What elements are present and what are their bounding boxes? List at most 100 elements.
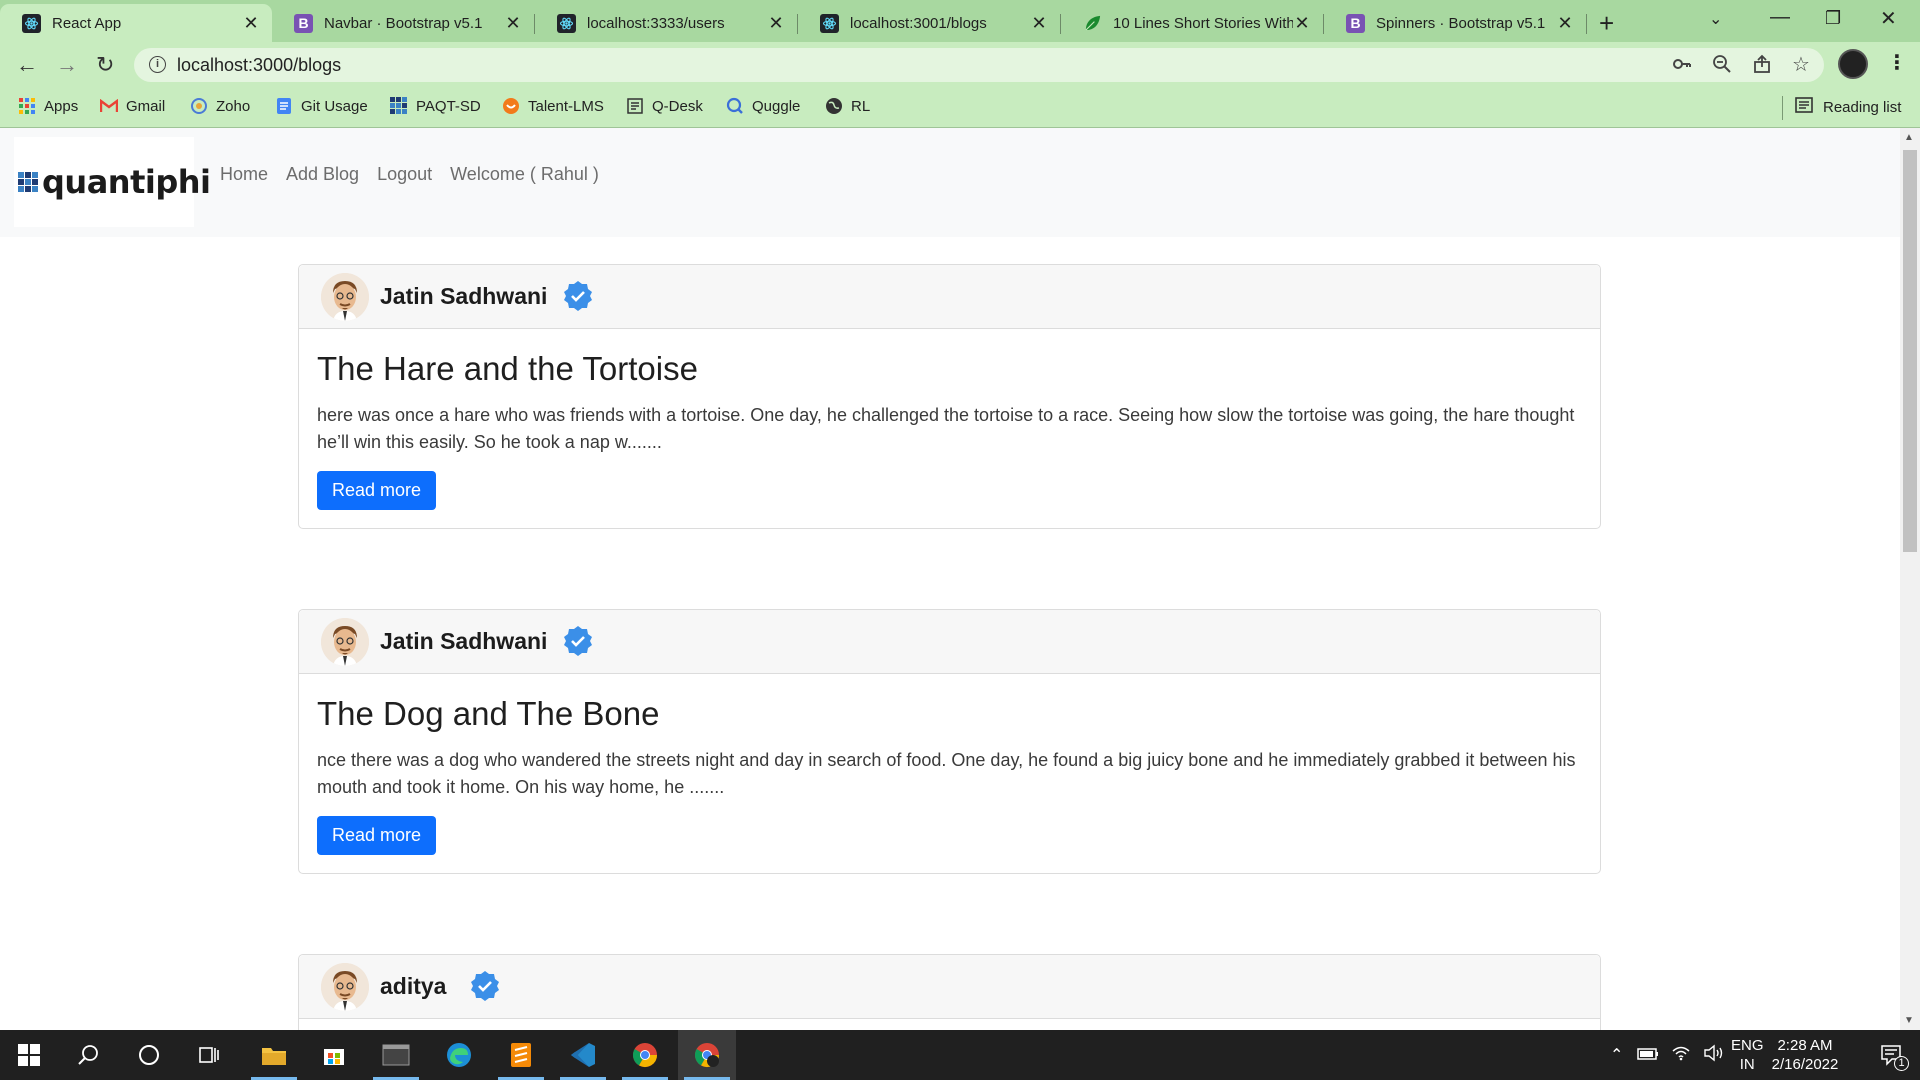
bookmark-label: Gmail [126,97,166,115]
scroll-down-icon[interactable]: ▼ [1904,1015,1914,1026]
notification-count: 1 [1894,1056,1909,1071]
blog-card: Jatin Sadhwani The Hare and the Tortoise… [298,264,1601,529]
bookmark-git-usage[interactable]: Git Usage [275,97,368,115]
tab-spinners-bootstrap[interactable]: B Spinners · Bootstrap v5.1 ✕ [1324,4,1586,42]
new-tab-button[interactable]: + [1599,8,1614,39]
reload-icon[interactable]: ↻ [96,52,114,78]
microsoft-store-icon[interactable] [305,1030,363,1080]
address-bar[interactable]: i localhost:3000/blogs ☆ [134,48,1824,82]
volume-icon[interactable] [1703,1044,1725,1066]
browser-tab-strip: React App ✕ B Navbar · Bootstrap v5.1 ✕ … [0,0,1920,42]
tab-title: 10 Lines Short Stories With [1113,14,1293,32]
restore-icon[interactable]: ❐ [1825,8,1841,29]
bookmark-label: Zoho [216,97,251,115]
bookmark-star-icon[interactable]: ☆ [1792,52,1810,77]
password-key-icon[interactable] [1672,54,1692,80]
minimize-icon[interactable]: — [1770,6,1790,29]
zoom-icon[interactable] [1712,54,1732,80]
reading-list-label: Reading list [1823,98,1902,116]
gmail-icon [100,97,118,115]
share-icon[interactable] [1752,54,1772,80]
close-tab-icon[interactable]: ✕ [1556,13,1574,34]
sublime-text-icon[interactable] [492,1030,550,1080]
nav-home-link[interactable]: Home [220,164,268,185]
language-code: ENG [1731,1037,1764,1054]
reading-list-icon [1795,97,1813,117]
bootstrap-icon: B [1346,13,1365,33]
blog-card-header: Jatin Sadhwani [299,265,1600,329]
bookmark-zoho[interactable]: Zoho [190,97,250,115]
battery-icon[interactable] [1637,1047,1659,1064]
author-avatar [321,273,369,321]
blog-title: The Dog and The Bone [317,695,660,732]
reading-list-button[interactable]: Reading list [1795,97,1901,117]
profile-avatar[interactable] [1838,49,1868,79]
read-more-button[interactable]: Read more [317,471,437,510]
task-view-icon[interactable] [180,1030,238,1080]
bookmark-quggle[interactable]: Quggle [726,97,800,115]
language-indicator[interactable]: ENG IN [1731,1036,1764,1074]
bookmark-talent-lms[interactable]: Talent-LMS [502,97,604,115]
bookmark-paqt-sd[interactable]: PAQT-SD [390,97,481,115]
site-info-icon[interactable]: i [149,56,166,73]
start-button-windows-icon[interactable] [0,1030,58,1080]
nav-logout-link[interactable]: Logout [377,164,432,185]
tab-react-app[interactable]: React App ✕ [0,4,272,42]
read-more-button[interactable]: Read more [317,816,437,855]
chrome-icon[interactable] [616,1030,674,1080]
close-tab-icon[interactable]: ✕ [767,13,785,34]
close-tab-icon[interactable]: ✕ [1030,13,1048,34]
bookmark-apps[interactable]: Apps [18,97,78,115]
blog-card-body: The Dog and The Bone nce there was a dog… [299,674,1600,873]
show-hidden-icons-icon[interactable]: ⌃ [1610,1045,1623,1065]
zoho-icon [190,97,208,115]
wifi-icon[interactable] [1671,1045,1691,1065]
docs-icon [275,97,293,115]
brand-logo[interactable]: quantiphi [14,137,211,227]
app-navbar: quantiphi Home Add Blog Logout Welcome (… [0,128,1900,237]
author-name: Jatin Sadhwani [380,628,548,654]
notifications-icon[interactable]: 1 [1862,1030,1920,1080]
scrollbar-thumb[interactable] [1903,150,1917,552]
tab-localhost-3333-users[interactable]: localhost:3333/users ✕ [535,4,797,42]
nav-links: Home Add Blog Logout Welcome ( Rahul ) [220,164,599,185]
tab-localhost-3001-blogs[interactable]: localhost:3001/blogs ✕ [798,4,1060,42]
bookmark-rl[interactable]: RL [825,97,870,115]
bootstrap-icon: B [294,13,313,33]
page-scrollbar[interactable]: ▲ ▼ [1900,128,1920,1030]
close-window-icon[interactable]: ✕ [1880,6,1897,31]
react-icon [820,13,839,33]
tab-title: React App [52,14,122,32]
author-avatar [321,618,369,666]
clock-time: 2:28 AM [1777,1037,1833,1054]
tab-title: Spinners · Bootstrap v5.1 [1376,14,1546,32]
bookmark-label: RL [851,97,871,115]
terminal-icon[interactable] [367,1030,425,1080]
nav-add-blog-link[interactable]: Add Blog [286,164,359,185]
author-name: Jatin Sadhwani [380,283,548,309]
close-tab-icon[interactable]: ✕ [1293,13,1311,34]
bookmarks-bar: Apps Gmail Zoho Git Usage PAQT-SD Talent… [0,88,1920,128]
file-explorer-icon[interactable] [245,1030,303,1080]
vscode-icon[interactable] [554,1030,612,1080]
chrome-profile-icon[interactable] [678,1030,736,1080]
tab-search-icon[interactable]: ⌄ [1709,9,1722,29]
close-tab-icon[interactable]: ✕ [504,13,522,34]
cortana-icon[interactable] [120,1030,178,1080]
blog-card: Jatin Sadhwani The Dog and The Bone nce … [298,609,1601,874]
back-icon[interactable]: ← [16,52,38,78]
search-icon[interactable] [60,1030,118,1080]
bookmark-q-desk[interactable]: Q-Desk [626,97,703,115]
edge-icon[interactable] [430,1030,488,1080]
forward-icon[interactable]: → [56,52,78,78]
tab-short-stories[interactable]: 10 Lines Short Stories With ✕ [1061,4,1323,42]
bookmark-label: Git Usage [301,97,368,115]
browser-menu-icon[interactable]: ⋮ [1887,50,1907,75]
clock-date: 2/16/2022 [1771,1056,1839,1073]
system-clock[interactable]: 2:28 AM 2/16/2022 [1760,1036,1850,1074]
bookmark-gmail[interactable]: Gmail [100,97,165,115]
scroll-up-icon[interactable]: ▲ [1904,132,1914,143]
tab-navbar-bootstrap[interactable]: B Navbar · Bootstrap v5.1 ✕ [272,4,534,42]
close-tab-icon[interactable]: ✕ [242,13,260,34]
url-text[interactable]: localhost:3000/blogs [177,55,341,76]
